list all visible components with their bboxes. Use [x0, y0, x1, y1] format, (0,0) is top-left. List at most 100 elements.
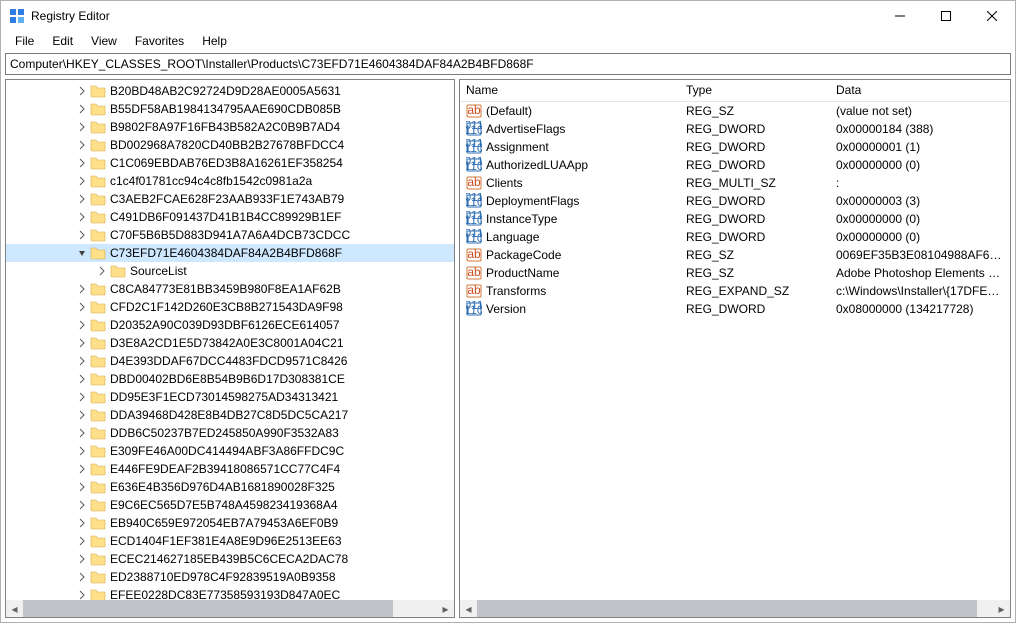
tree-item[interactable]: DD95E3F1ECD73014598275AD34313421: [6, 388, 454, 406]
tree-item[interactable]: ED2388710ED978C4F92839519A0B9358: [6, 568, 454, 586]
tree-item[interactable]: B9802F8A97F16FB43B582A2C0B9B7AD4: [6, 118, 454, 136]
chevron-right-icon[interactable]: [76, 139, 88, 151]
value-row[interactable]: abProductNameREG_SZAdobe Photoshop Eleme…: [460, 264, 1010, 282]
chevron-right-icon[interactable]: [76, 175, 88, 187]
close-button[interactable]: [969, 1, 1015, 31]
scroll-track[interactable]: [477, 600, 993, 617]
minimize-button[interactable]: [877, 1, 923, 31]
chevron-down-icon[interactable]: [76, 247, 88, 259]
chevron-right-icon[interactable]: [76, 229, 88, 241]
titlebar[interactable]: Registry Editor: [1, 1, 1015, 31]
values-hscrollbar[interactable]: ◂ ▸: [460, 600, 1010, 617]
chevron-right-icon[interactable]: [76, 427, 88, 439]
scroll-left-button[interactable]: ◂: [6, 600, 23, 617]
folder-icon: [110, 263, 126, 279]
tree-item[interactable]: E9C6EC565D7E5B748A459823419368A4: [6, 496, 454, 514]
chevron-right-icon[interactable]: [76, 535, 88, 547]
scroll-thumb[interactable]: [23, 600, 393, 617]
chevron-right-icon[interactable]: [76, 337, 88, 349]
column-name[interactable]: Name: [460, 80, 680, 101]
string-value-icon: ab: [466, 103, 482, 119]
value-row[interactable]: 011110VersionREG_DWORD0x08000000 (134217…: [460, 300, 1010, 318]
chevron-right-icon[interactable]: [76, 193, 88, 205]
value-row[interactable]: abTransformsREG_EXPAND_SZc:\Windows\Inst…: [460, 282, 1010, 300]
chevron-right-icon[interactable]: [76, 463, 88, 475]
column-data[interactable]: Data: [830, 80, 1010, 101]
tree-item[interactable]: DDA39468D428E8B4DB27C8D5DC5CA217: [6, 406, 454, 424]
tree-item[interactable]: C491DB6F091437D41B1B4CC89929B1EF: [6, 208, 454, 226]
tree-item[interactable]: DDB6C50237B7ED245850A990F3532A83: [6, 424, 454, 442]
tree-item[interactable]: ECD1404F1EF381E4A8E9D96E2513EE63: [6, 532, 454, 550]
tree-item[interactable]: D20352A90C039D93DBF6126ECE614057: [6, 316, 454, 334]
tree-item[interactable]: D4E393DDAF67DCC4483FDCD9571C8426: [6, 352, 454, 370]
value-row[interactable]: abClientsREG_MULTI_SZ:: [460, 174, 1010, 192]
tree-item[interactable]: B20BD48AB2C92724D9D28AE0005A5631: [6, 82, 454, 100]
tree-item[interactable]: C3AEB2FCAE628F23AAB933F1E743AB79: [6, 190, 454, 208]
value-row[interactable]: ab(Default)REG_SZ(value not set): [460, 102, 1010, 120]
tree-item[interactable]: DBD00402BD6E8B54B9B6D17D308381CE: [6, 370, 454, 388]
folder-icon: [90, 335, 106, 351]
chevron-right-icon[interactable]: [76, 445, 88, 457]
tree-item[interactable]: BD002968A7820CD40BB2B27678BFDCC4: [6, 136, 454, 154]
tree-item[interactable]: SourceList: [6, 262, 454, 280]
menu-file[interactable]: File: [7, 33, 42, 49]
tree-hscrollbar[interactable]: ◂ ▸: [6, 600, 454, 617]
tree-item[interactable]: EB940C659E972054EB7A79453A6EF0B9: [6, 514, 454, 532]
chevron-right-icon[interactable]: [76, 517, 88, 529]
scroll-thumb[interactable]: [477, 600, 977, 617]
value-row[interactable]: 011110AdvertiseFlagsREG_DWORD0x00000184 …: [460, 120, 1010, 138]
chevron-right-icon[interactable]: [76, 103, 88, 115]
tree-item[interactable]: C1C069EBDAB76ED3B8A16261EF358254: [6, 154, 454, 172]
column-type[interactable]: Type: [680, 80, 830, 101]
tree-item[interactable]: c1c4f01781cc94c4c8fb1542c0981a2a: [6, 172, 454, 190]
tree-item[interactable]: B55DF58AB1984134795AAE690CDB085B: [6, 100, 454, 118]
menu-favorites[interactable]: Favorites: [127, 33, 192, 49]
scroll-right-button[interactable]: ▸: [993, 600, 1010, 617]
chevron-right-icon[interactable]: [76, 85, 88, 97]
chevron-right-icon[interactable]: [76, 589, 88, 600]
tree-item[interactable]: C73EFD71E4604384DAF84A2B4BFD868F: [6, 244, 454, 262]
tree-item-label: ECD1404F1EF381E4A8E9D96E2513EE63: [110, 534, 342, 548]
value-row[interactable]: 011110LanguageREG_DWORD0x00000000 (0): [460, 228, 1010, 246]
chevron-right-icon[interactable]: [76, 283, 88, 295]
address-bar[interactable]: Computer\HKEY_CLASSES_ROOT\Installer\Pro…: [5, 53, 1011, 75]
menu-view[interactable]: View: [83, 33, 125, 49]
value-row[interactable]: 011110DeploymentFlagsREG_DWORD0x00000003…: [460, 192, 1010, 210]
tree-item[interactable]: EFEE0228DC83E77358593193D847A0EC: [6, 586, 454, 600]
chevron-right-icon[interactable]: [76, 121, 88, 133]
chevron-right-icon[interactable]: [76, 301, 88, 313]
tree-item[interactable]: C8CA84773E81BB3459B980F8EA1AF62B: [6, 280, 454, 298]
values-list[interactable]: ab(Default)REG_SZ(value not set)011110Ad…: [460, 102, 1010, 600]
value-row[interactable]: abPackageCodeREG_SZ0069EF35B3E08104988AF…: [460, 246, 1010, 264]
tree-item[interactable]: CFD2C1F142D260E3CB8B271543DA9F98: [6, 298, 454, 316]
value-row[interactable]: 011110InstanceTypeREG_DWORD0x00000000 (0…: [460, 210, 1010, 228]
chevron-right-icon[interactable]: [76, 211, 88, 223]
tree-item[interactable]: E309FE46A00DC414494ABF3A86FFDC9C: [6, 442, 454, 460]
menu-help[interactable]: Help: [194, 33, 235, 49]
scroll-track[interactable]: [23, 600, 437, 617]
value-row[interactable]: 011110AssignmentREG_DWORD0x00000001 (1): [460, 138, 1010, 156]
chevron-right-icon[interactable]: [76, 409, 88, 421]
chevron-right-icon[interactable]: [96, 265, 108, 277]
chevron-right-icon[interactable]: [76, 391, 88, 403]
scroll-right-button[interactable]: ▸: [437, 600, 454, 617]
chevron-right-icon[interactable]: [76, 499, 88, 511]
menubar: File Edit View Favorites Help: [1, 31, 1015, 51]
scroll-left-button[interactable]: ◂: [460, 600, 477, 617]
chevron-right-icon[interactable]: [76, 571, 88, 583]
registry-tree[interactable]: B20BD48AB2C92724D9D28AE0005A5631B55DF58A…: [6, 80, 454, 600]
tree-item[interactable]: D3E8A2CD1E5D73842A0E3C8001A04C21: [6, 334, 454, 352]
maximize-button[interactable]: [923, 1, 969, 31]
tree-item[interactable]: ECEC214627185EB439B5C6CECA2DAC78: [6, 550, 454, 568]
chevron-right-icon[interactable]: [76, 355, 88, 367]
tree-item[interactable]: C70F5B6B5D883D941A7A6A4DCB73CDCC: [6, 226, 454, 244]
tree-item[interactable]: E636E4B356D976D4AB1681890028F325: [6, 478, 454, 496]
value-row[interactable]: 011110AuthorizedLUAAppREG_DWORD0x0000000…: [460, 156, 1010, 174]
chevron-right-icon[interactable]: [76, 157, 88, 169]
tree-item[interactable]: E446FE9DEAF2B39418086571CC77C4F4: [6, 460, 454, 478]
chevron-right-icon[interactable]: [76, 319, 88, 331]
chevron-right-icon[interactable]: [76, 481, 88, 493]
menu-edit[interactable]: Edit: [44, 33, 81, 49]
chevron-right-icon[interactable]: [76, 553, 88, 565]
chevron-right-icon[interactable]: [76, 373, 88, 385]
